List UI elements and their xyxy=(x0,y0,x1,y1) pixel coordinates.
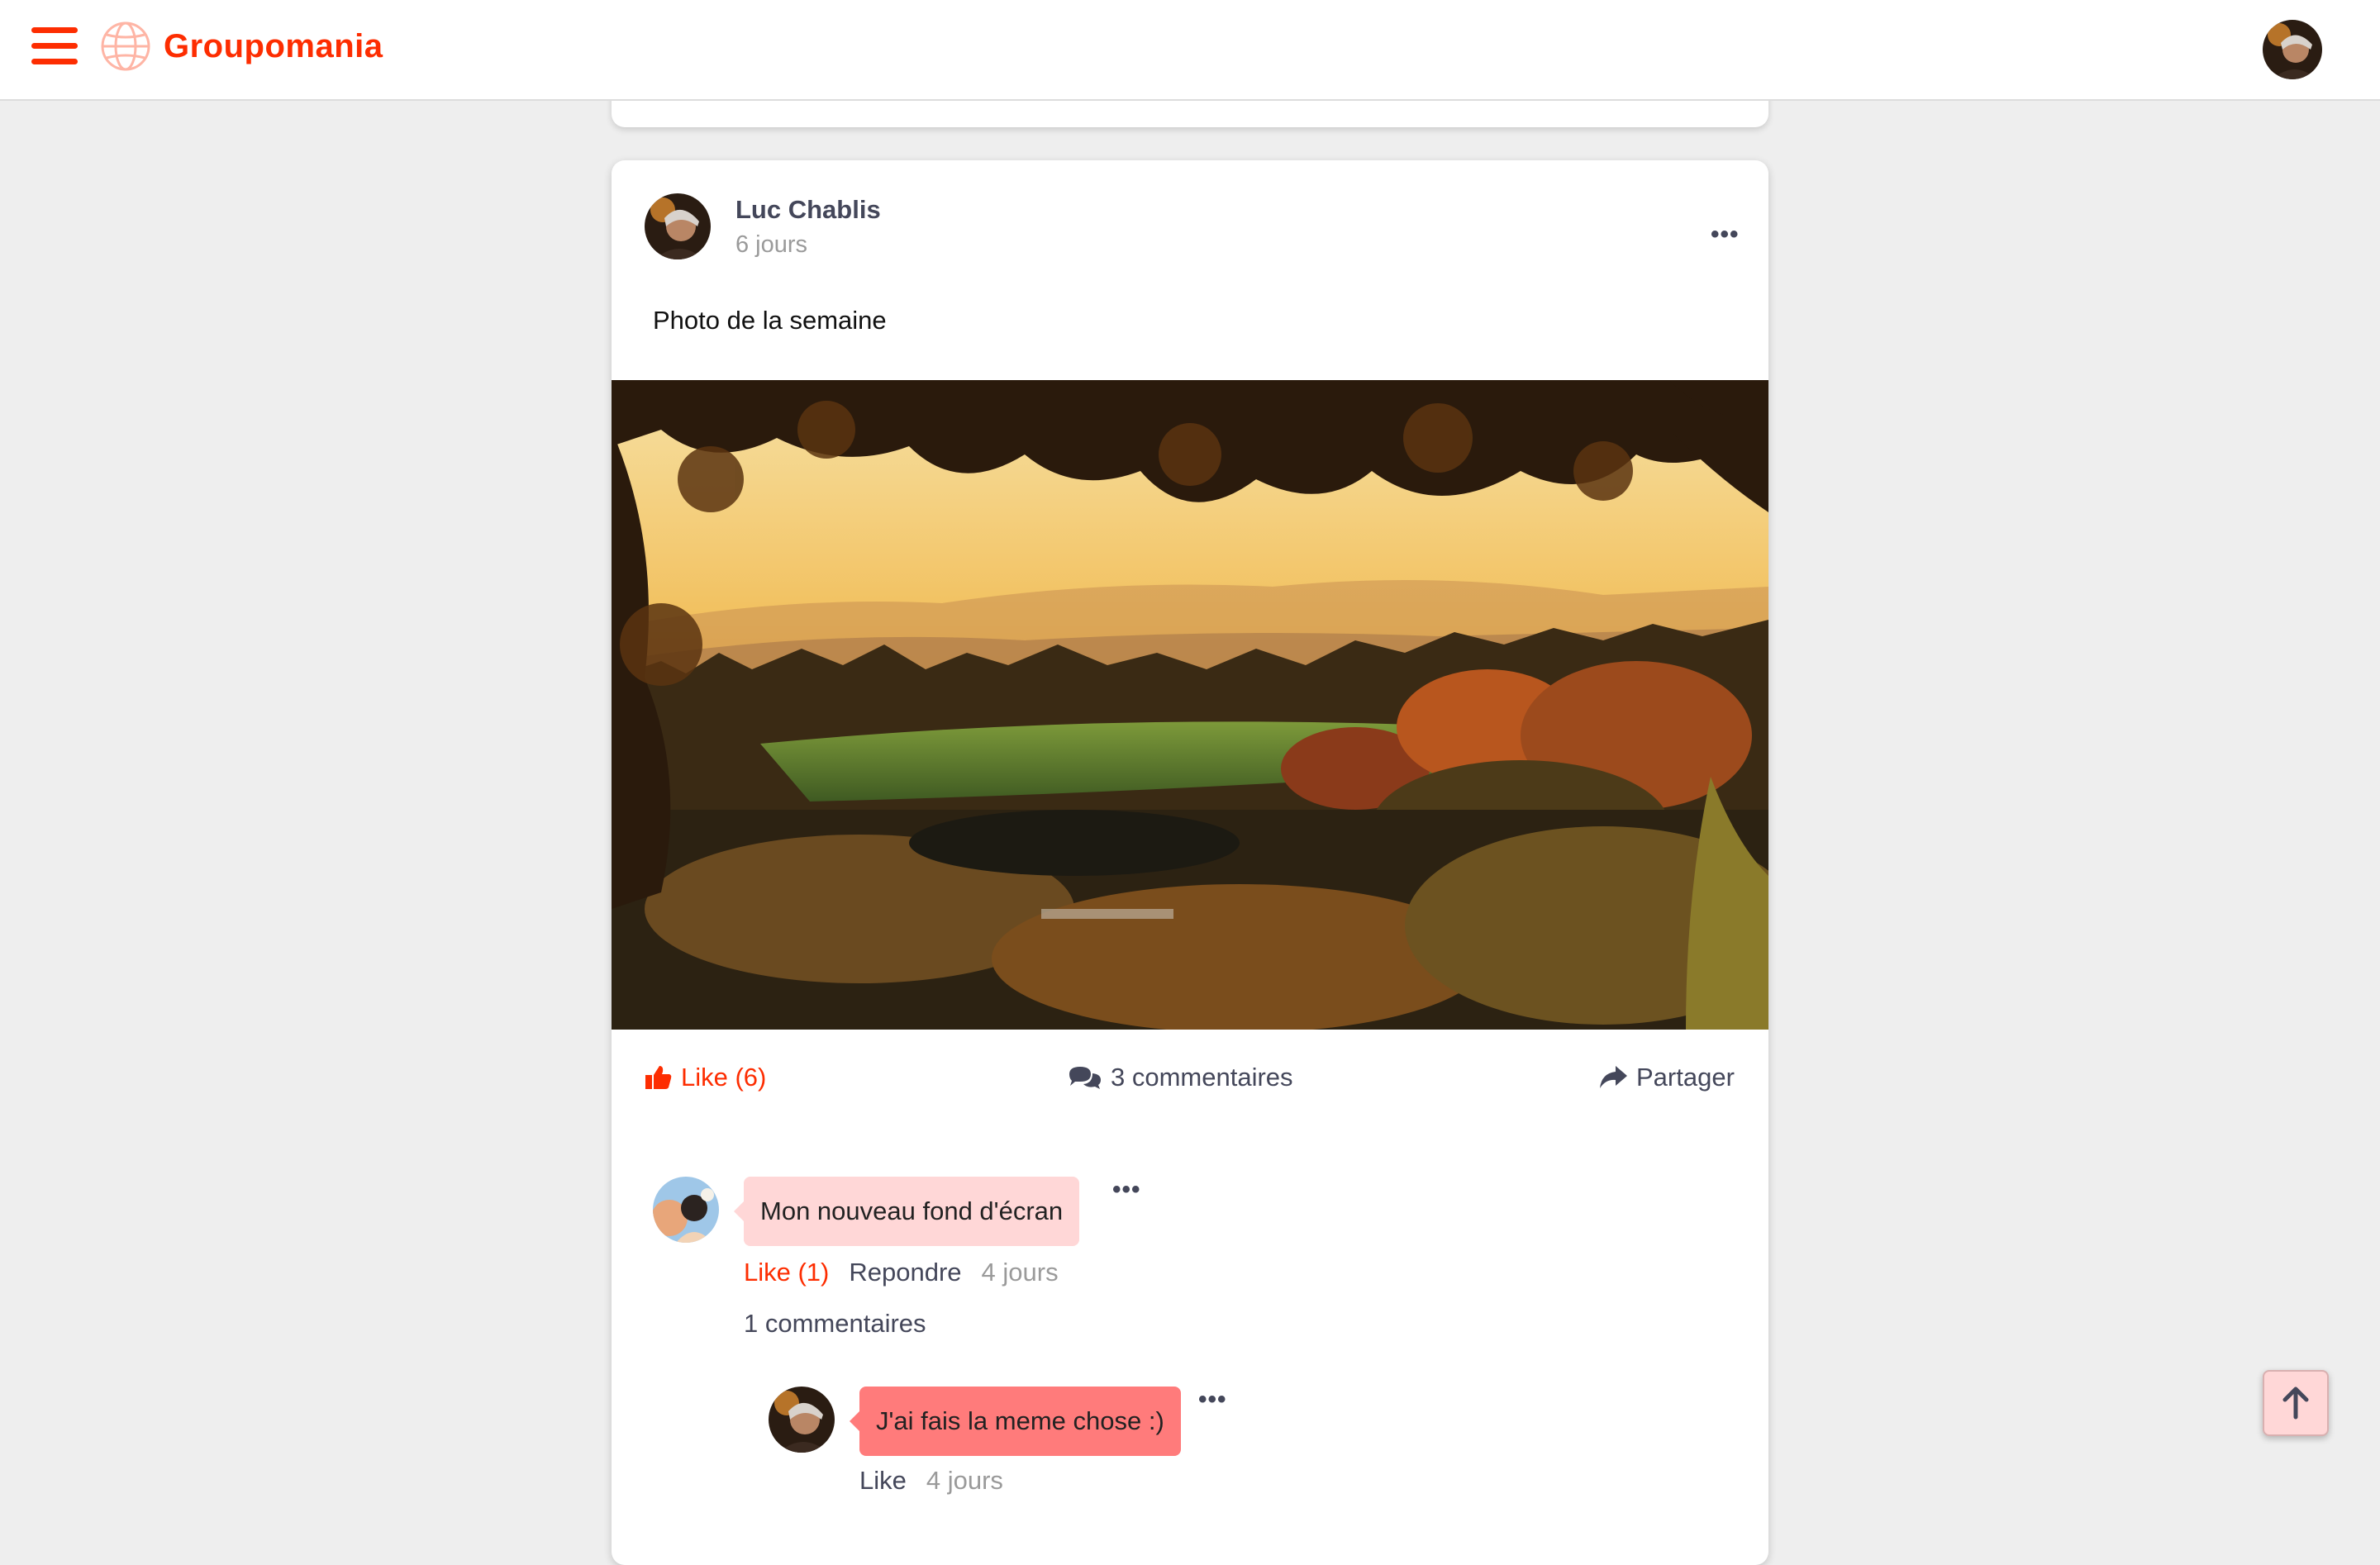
reply-bubble[interactable]: J'ai fais la meme chose :) xyxy=(850,1387,1181,1456)
commenter-avatar[interactable] xyxy=(653,1177,719,1243)
share-button[interactable]: Partager xyxy=(1598,1061,1735,1094)
comment-bubble[interactable]: Mon nouveau fond d'écran xyxy=(733,1177,1080,1246)
app-logo[interactable]: Groupomania xyxy=(99,20,383,73)
comments-button[interactable]: 3 commentaires xyxy=(1068,1061,1293,1094)
comment-reply-button[interactable]: Repondre xyxy=(849,1258,961,1287)
reply-options-icon[interactable]: ••• xyxy=(1198,1387,1227,1412)
reply-time: 4 jours xyxy=(926,1466,1003,1495)
post-time: 6 jours xyxy=(735,231,808,258)
reply-meta: Like 4 jours xyxy=(859,1466,1003,1496)
post-text: Photo de la semaine xyxy=(653,306,887,335)
post-options-icon[interactable]: ••• xyxy=(1711,222,1740,247)
comment-time: 4 jours xyxy=(981,1258,1059,1287)
share-icon xyxy=(1600,1066,1627,1088)
reply-like-button[interactable]: Like xyxy=(859,1466,907,1496)
scroll-to-top-button[interactable] xyxy=(2263,1370,2329,1436)
top-navbar: Groupomania xyxy=(0,0,2380,101)
post-author-avatar[interactable] xyxy=(645,193,711,259)
arrow-up-icon xyxy=(2282,1387,2309,1420)
comments-icon xyxy=(1069,1067,1101,1089)
comment-text: Mon nouveau fond d'écran xyxy=(760,1196,1064,1225)
hamburger-menu-icon[interactable] xyxy=(31,25,78,68)
comment-options-icon[interactable]: ••• xyxy=(1112,1177,1141,1202)
post-author-name[interactable]: Luc Chablis xyxy=(735,195,881,225)
post-card: Luc Chablis 6 jours ••• Photo de la sema… xyxy=(612,160,1768,1565)
thumbs-up-icon xyxy=(645,1066,672,1089)
user-avatar[interactable] xyxy=(2263,20,2322,79)
reply-author-avatar[interactable] xyxy=(769,1387,835,1453)
comment-replies-count[interactable]: 1 commentaires xyxy=(744,1309,926,1339)
post-image[interactable] xyxy=(612,380,1768,1030)
comment-like-button[interactable]: Like (1) xyxy=(744,1258,829,1287)
comment-meta: Like (1) Repondre 4 jours xyxy=(744,1258,1059,1287)
share-label: Partager xyxy=(1636,1063,1735,1092)
like-label: Like (6) xyxy=(681,1063,767,1092)
comments-label: 3 commentaires xyxy=(1111,1063,1293,1092)
like-button[interactable]: Like (6) xyxy=(645,1061,766,1094)
reply-text: J'ai fais la meme chose :) xyxy=(876,1406,1164,1435)
app-name: Groupomania xyxy=(164,27,383,64)
globe-icon xyxy=(101,21,150,71)
